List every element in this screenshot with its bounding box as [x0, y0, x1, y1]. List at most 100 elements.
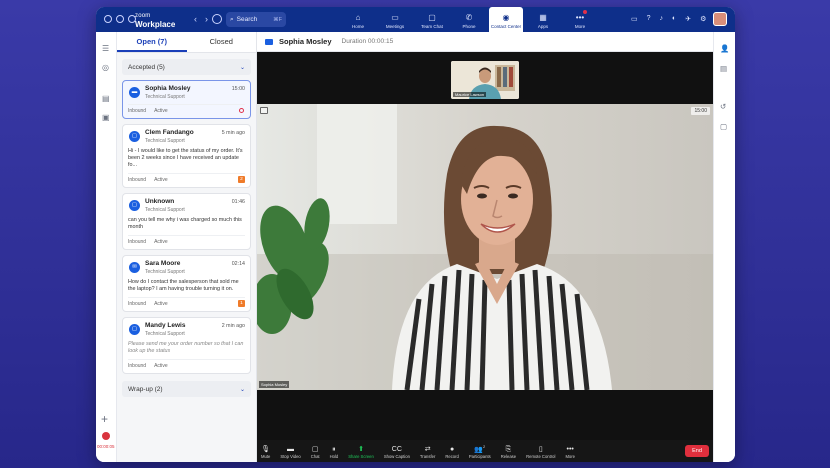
- forward-arrow-icon[interactable]: ›: [205, 14, 208, 24]
- user-avatar[interactable]: [713, 12, 727, 26]
- eye-icon[interactable]: ◎: [102, 63, 109, 72]
- self-video-tile[interactable]: Maurice Lawson: [451, 61, 519, 99]
- unread-badge: 2: [238, 176, 245, 183]
- direction-label: Inbound: [128, 363, 147, 369]
- stop-video-button[interactable]: ▬ Stop Video: [280, 445, 300, 459]
- call-toolbar: 🎙 Mute ▬ Stop Video ▢ Chat ⏸ Hold ⬆ Share Screen C…: [257, 440, 713, 462]
- conversation-list: Open (7) Closed Accepted (5) ⌄ ▬ Sophia M…: [117, 32, 257, 462]
- camera-icon: ▬: [287, 445, 294, 454]
- group-accepted[interactable]: Accepted (5) ⌄: [122, 59, 251, 75]
- nav-tab-more[interactable]: ••• More: [563, 7, 597, 32]
- notification-dot: [583, 10, 587, 14]
- toolbar-glyph: ▢: [311, 446, 319, 453]
- toolbar-label: Record: [445, 454, 459, 459]
- hold-button[interactable]: ⏸ Hold: [330, 445, 339, 459]
- hold-icon: ⏸: [332, 445, 336, 454]
- conversation-card[interactable]: ▢ Clem Fandango Technical Support 5 min ago…: [122, 124, 251, 188]
- nav-tab-meetings[interactable]: ▭ Meetings: [378, 7, 412, 32]
- device-icon[interactable]: ▭: [631, 15, 638, 23]
- top-bar: zoom Workplace ‹ › ⌕ Search ⌘F ⌂ Home ▭ Mee…: [96, 7, 735, 32]
- comments-icon[interactable]: ▢: [720, 122, 727, 131]
- top-right-icons: ▭ ? ♪ ◐ ✈ ⚙: [631, 15, 706, 23]
- more-button[interactable]: ••• More: [565, 445, 575, 459]
- conversation-card[interactable]: ▢ Unknown Technical Support 01:46 can you te…: [122, 193, 251, 250]
- toolbar-label: Hold: [329, 454, 339, 459]
- history-log-icon[interactable]: ↺: [720, 102, 726, 111]
- conversation-time: 2 min ago: [221, 323, 245, 329]
- mute-button[interactable]: 🎙 Mute: [261, 445, 270, 459]
- pin-icon[interactable]: ✈: [685, 15, 691, 23]
- home-icon: ⌂: [355, 13, 361, 22]
- more-icon: •••: [575, 13, 585, 22]
- chat-button[interactable]: ▢ Chat: [311, 445, 320, 459]
- nav-tab-label: Meetings: [385, 24, 405, 29]
- conversation-meta: Inbound Active: [128, 104, 245, 114]
- status-label: Active: [154, 363, 168, 369]
- share-screen-button[interactable]: ⬆ Share Screen: [348, 445, 374, 459]
- chat-channel-icon: ▢: [129, 200, 140, 211]
- self-video-label: Maurice Lawson: [453, 92, 487, 97]
- conversation-meta: Inbound Active: [128, 235, 245, 245]
- nav-tab-apps[interactable]: ▦ Apps: [526, 7, 560, 32]
- conversation-time: 01:46: [231, 199, 245, 205]
- record-button[interactable]: ● Record: [445, 445, 459, 459]
- participants-button[interactable]: 👥2 Participants: [469, 442, 491, 459]
- toolbar-glyph: ●: [449, 446, 455, 453]
- end-call-button[interactable]: End: [685, 445, 709, 457]
- status-label: Active: [154, 108, 168, 114]
- show-caption-button[interactable]: CC Show Caption: [384, 445, 410, 459]
- toolbar-label: Share Screen: [348, 454, 374, 459]
- group-wrapup[interactable]: Wrap-up (2) ⌄: [122, 381, 251, 397]
- email-channel-icon: ✉: [129, 262, 140, 273]
- nav-tab-contact-center[interactable]: ◉ Contact Center: [489, 7, 523, 32]
- tab-closed[interactable]: Closed: [187, 32, 257, 52]
- toolbar-label: Participants: [468, 454, 491, 459]
- toolbar-label: Release: [500, 454, 517, 459]
- stop-status-icon[interactable]: [102, 432, 110, 440]
- status-label: Active: [154, 301, 168, 307]
- main-video[interactable]: 15:00 Sophia Mosley: [257, 104, 713, 390]
- notifications-icon[interactable]: ♪: [660, 15, 664, 23]
- nav-tab-label: Team Chat: [421, 24, 443, 29]
- history-icon[interactable]: [212, 14, 222, 24]
- back-arrow-icon[interactable]: ‹: [194, 14, 197, 24]
- direction-label: Inbound: [128, 108, 147, 114]
- main-video-label: Sophia Mosley: [259, 381, 290, 388]
- conversation-cards: ▬ Sophia Mosley Technical Support 15:00 Inbo…: [117, 80, 256, 374]
- theme-icon[interactable]: ◐: [672, 15, 676, 23]
- contact-name: Unknown: [145, 198, 175, 205]
- toolbar-label: Remote Control: [526, 454, 556, 459]
- conversation-card[interactable]: ✉ Sara Moore Technical Support 02:14 How do …: [122, 255, 251, 312]
- status-timer: 00:00:05: [97, 444, 115, 449]
- nav-tab-home[interactable]: ⌂ Home: [341, 7, 375, 32]
- transfer-button[interactable]: ⇄ Transfer: [420, 445, 435, 459]
- contact-center-icon: ◉: [502, 13, 510, 22]
- image-icon[interactable]: ▣: [102, 113, 110, 122]
- contact-profile-icon[interactable]: 👤: [720, 44, 729, 53]
- contact-name: Sara Moore: [145, 260, 181, 267]
- help-icon[interactable]: ?: [647, 15, 651, 23]
- settings-icon[interactable]: ⚙: [700, 15, 706, 23]
- apps-icon: ▦: [539, 13, 547, 22]
- add-icon[interactable]: +: [101, 412, 108, 426]
- tab-open[interactable]: Open (7): [117, 32, 187, 52]
- remote-control-button[interactable]: ▯ Remote Control: [526, 445, 555, 459]
- close-window-button[interactable]: [104, 15, 112, 23]
- status-label: Active: [154, 177, 168, 183]
- call-contact-name: Sophia Mosley: [279, 37, 332, 46]
- toolbar-glyph: ⬆: [358, 446, 364, 453]
- call-panel: Sophia Mosley Duration 00:00:15 Maurice …: [257, 32, 713, 462]
- search-button[interactable]: ⌕ Search ⌘F: [226, 12, 286, 27]
- video-view-icon[interactable]: [260, 107, 268, 114]
- conversation-card[interactable]: ▬ Sophia Mosley Technical Support 15:00 Inbo…: [122, 80, 251, 119]
- conversation-time: 02:14: [231, 261, 245, 267]
- nav-tab-phone[interactable]: ✆ Phone: [452, 7, 486, 32]
- notes-icon[interactable]: ▤: [720, 64, 727, 73]
- inbox-icon[interactable]: ▤: [102, 94, 110, 103]
- release-button[interactable]: ⎘ Release: [501, 445, 516, 459]
- nav-tab-team-chat[interactable]: ▢ Team Chat: [415, 7, 449, 32]
- menu-icon[interactable]: ☰: [102, 44, 109, 53]
- conversation-card[interactable]: ▢ Mandy Lewis Technical Support 2 min ago Pl…: [122, 317, 251, 374]
- minimize-window-button[interactable]: [116, 15, 124, 23]
- queue-name: Technical Support: [145, 207, 185, 213]
